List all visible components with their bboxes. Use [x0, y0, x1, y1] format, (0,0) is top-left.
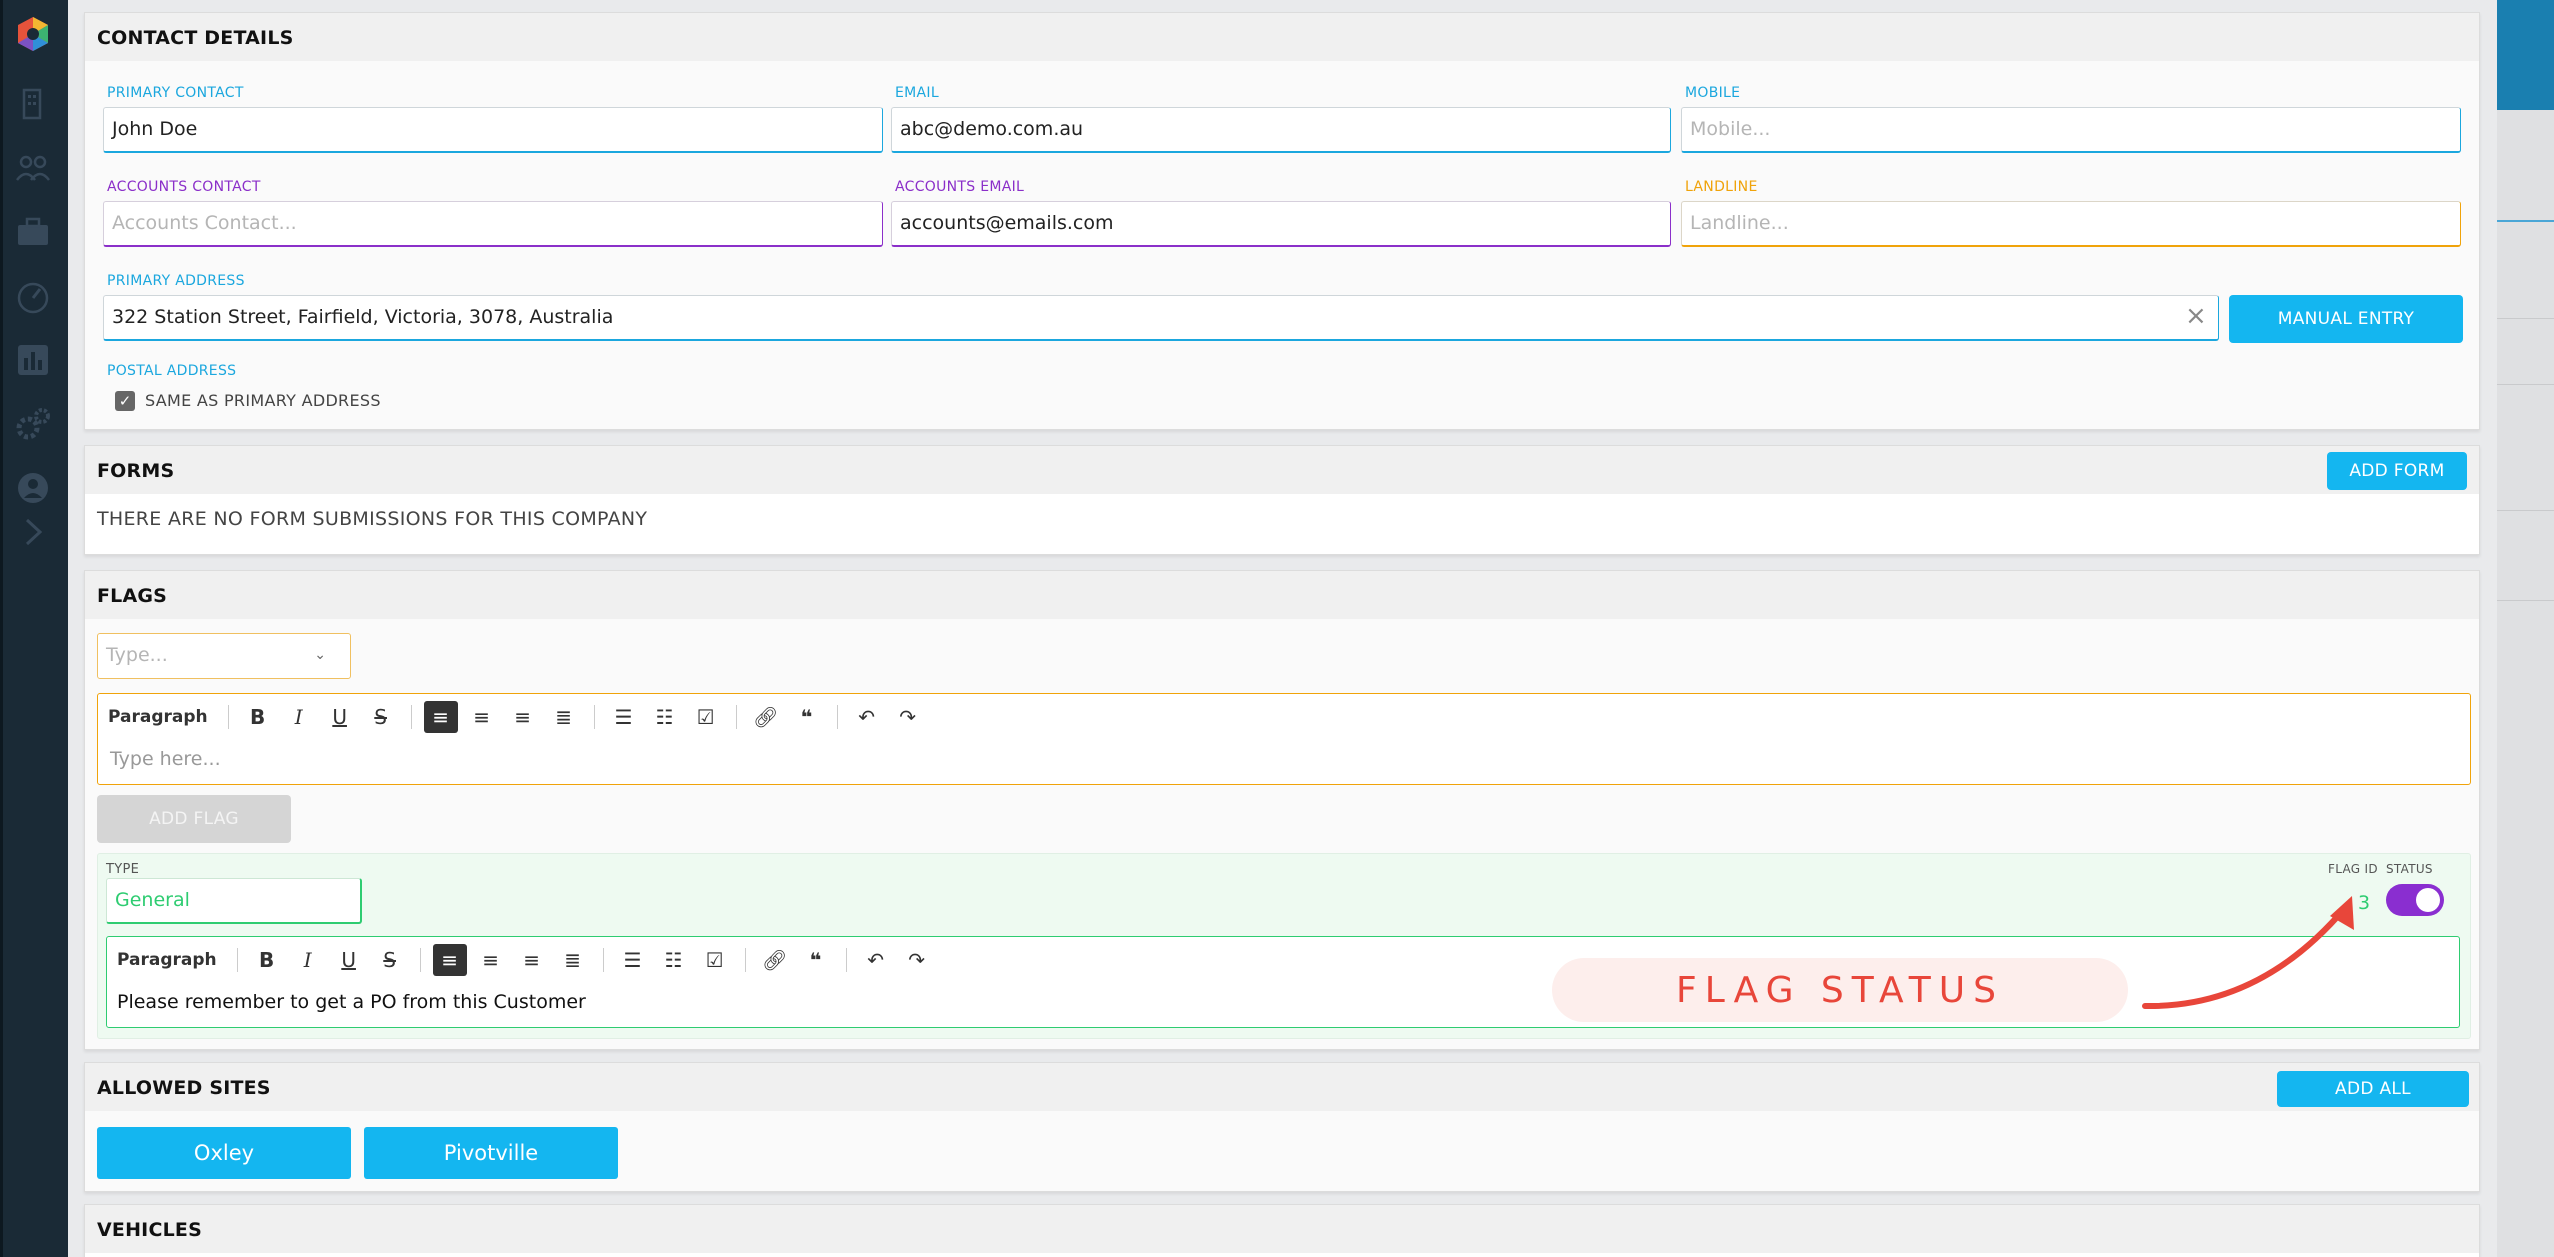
briefcase-icon[interactable] — [11, 210, 55, 254]
flag-type-input[interactable]: General — [106, 878, 362, 924]
email-input[interactable]: abc@demo.com.au — [891, 107, 1671, 153]
accounts-email-label: ACCOUNTS EMAIL — [895, 179, 1025, 195]
align-justify-icon[interactable]: ≣ — [556, 944, 590, 976]
redo-icon[interactable]: ↷ — [900, 944, 934, 976]
flag-type-select[interactable]: Type... ⌄ — [97, 633, 351, 679]
app-logo-icon[interactable] — [11, 12, 55, 56]
allowed-sites-title: ALLOWED SITES — [97, 1077, 271, 1099]
strikethrough-icon[interactable]: S — [373, 944, 407, 976]
primary-contact-input[interactable]: John Doe — [103, 107, 883, 153]
clear-address-icon[interactable]: × — [2185, 301, 2207, 331]
align-center-icon[interactable]: ≡ — [465, 701, 499, 733]
bold-icon[interactable]: B — [241, 701, 275, 733]
strikethrough-icon[interactable]: S — [364, 701, 398, 733]
primary-address-label: PRIMARY ADDRESS — [107, 273, 245, 289]
vehicles-header: VEHICLES — [85, 1205, 2479, 1253]
flag-item-text: Please remember to get a PO from this Cu… — [117, 991, 586, 1013]
email-label: EMAIL — [895, 85, 939, 101]
checklist-icon[interactable]: ☑ — [698, 944, 732, 976]
add-form-button[interactable]: ADD FORM — [2327, 452, 2467, 490]
align-left-icon[interactable]: ≡ — [432, 944, 467, 976]
primary-address-input[interactable]: 322 Station Street, Fairfield, Victoria,… — [103, 295, 2219, 341]
bullet-list-icon[interactable]: ☰ — [607, 701, 641, 733]
users-icon[interactable] — [11, 146, 55, 190]
bullet-list-icon[interactable]: ☰ — [616, 944, 650, 976]
flag-editor-toolbar: Paragraph B I U S ≡ ≡ ≡ ≣ ☰ ☷ ☑ 🔗︎ ❝ ↶ ↷ — [108, 700, 932, 734]
mobile-input[interactable]: Mobile... — [1681, 107, 2461, 153]
accounts-contact-label: ACCOUNTS CONTACT — [107, 179, 261, 195]
align-left-icon[interactable]: ≡ — [423, 701, 458, 733]
building-icon[interactable] — [11, 82, 55, 126]
right-panel-edge — [2497, 0, 2554, 1257]
numbered-list-icon[interactable]: ☷ — [657, 944, 691, 976]
bold-icon[interactable]: B — [250, 944, 284, 976]
support-icon[interactable] — [11, 466, 55, 510]
annotation-arrow-icon — [2142, 896, 2354, 1010]
flags-title: FLAGS — [97, 585, 168, 607]
checklist-icon[interactable]: ☑ — [689, 701, 723, 733]
flag-editor[interactable]: Paragraph B I U S ≡ ≡ ≡ ≣ ☰ ☷ ☑ 🔗︎ ❝ ↶ ↷… — [97, 693, 2471, 785]
chevron-right-icon[interactable] — [11, 510, 55, 554]
paragraph-dropdown[interactable]: Paragraph — [108, 707, 208, 727]
undo-icon[interactable]: ↶ — [850, 701, 884, 733]
flag-type-label: TYPE — [106, 862, 140, 877]
flag-id-label: FLAG ID — [2328, 862, 2378, 876]
site-button-oxley[interactable]: Oxley — [97, 1127, 351, 1179]
italic-icon[interactable]: I — [282, 701, 316, 733]
forms-empty-text: THERE ARE NO FORM SUBMISSIONS FOR THIS C… — [97, 508, 648, 530]
link-icon[interactable]: 🔗︎ — [749, 701, 783, 733]
mobile-label: MOBILE — [1685, 85, 1741, 101]
gears-icon[interactable] — [11, 402, 55, 446]
gauge-icon[interactable] — [11, 274, 55, 318]
flag-editor-placeholder: Type here... — [110, 748, 221, 770]
flag-status-annotation: FLAG STATUS — [1552, 958, 2128, 1022]
accounts-email-input[interactable]: accounts@emails.com — [891, 201, 1671, 247]
chevron-down-icon: ⌄ — [314, 647, 326, 663]
main-content: CONTACT DETAILS PRIMARY CONTACT John Doe… — [84, 0, 2480, 1257]
landline-label: LANDLINE — [1685, 179, 1758, 195]
contact-details-header: CONTACT DETAILS — [85, 13, 2479, 61]
vehicles-panel: VEHICLES — [84, 1204, 2480, 1257]
blockquote-icon[interactable]: ❝ — [790, 701, 824, 733]
site-button-pivotville[interactable]: Pivotville — [364, 1127, 618, 1179]
sidebar — [0, 0, 68, 1257]
vehicles-title: VEHICLES — [97, 1219, 202, 1241]
flags-header: FLAGS — [85, 571, 2479, 619]
flag-item-toolbar: Paragraph B I U S ≡ ≡ ≡ ≣ ☰ ☷ ☑ 🔗︎ ❝ ↶ ↷ — [117, 943, 941, 977]
contact-details-panel: CONTACT DETAILS PRIMARY CONTACT John Doe… — [84, 12, 2480, 430]
bar-chart-icon[interactable] — [11, 338, 55, 382]
flag-type-placeholder: Type... — [106, 644, 168, 666]
align-right-icon[interactable]: ≡ — [506, 701, 540, 733]
allowed-sites-header: ALLOWED SITES — [85, 1063, 2479, 1111]
align-right-icon[interactable]: ≡ — [515, 944, 549, 976]
underline-icon[interactable]: U — [323, 701, 357, 733]
forms-title: FORMS — [97, 460, 175, 482]
align-center-icon[interactable]: ≡ — [474, 944, 508, 976]
flag-status-label: STATUS — [2386, 862, 2433, 876]
undo-icon[interactable]: ↶ — [859, 944, 893, 976]
same-as-primary-label: SAME AS PRIMARY ADDRESS — [145, 391, 381, 410]
forms-panel: FORMS ADD FORM THERE ARE NO FORM SUBMISS… — [84, 445, 2480, 555]
redo-icon[interactable]: ↷ — [891, 701, 925, 733]
add-flag-button[interactable]: ADD FLAG — [97, 795, 291, 843]
italic-icon[interactable]: I — [291, 944, 325, 976]
postal-address-label: POSTAL ADDRESS — [107, 363, 237, 379]
landline-input[interactable]: Landline... — [1681, 201, 2461, 247]
contact-details-title: CONTACT DETAILS — [97, 27, 294, 49]
forms-header: FORMS — [85, 446, 2479, 494]
add-all-sites-button[interactable]: ADD ALL — [2277, 1071, 2469, 1107]
flag-item-paragraph-dropdown[interactable]: Paragraph — [117, 950, 217, 970]
blockquote-icon[interactable]: ❝ — [799, 944, 833, 976]
manual-entry-button[interactable]: MANUAL ENTRY — [2229, 295, 2463, 343]
numbered-list-icon[interactable]: ☷ — [648, 701, 682, 733]
link-icon[interactable]: 🔗︎ — [758, 944, 792, 976]
primary-contact-label: PRIMARY CONTACT — [107, 85, 244, 101]
flag-status-toggle[interactable] — [2386, 884, 2444, 916]
accounts-contact-input[interactable]: Accounts Contact... — [103, 201, 883, 247]
same-as-primary-checkbox[interactable]: ✓ — [115, 391, 135, 411]
align-justify-icon[interactable]: ≣ — [547, 701, 581, 733]
allowed-sites-panel: ALLOWED SITES ADD ALL Oxley Pivotville — [84, 1062, 2480, 1192]
underline-icon[interactable]: U — [332, 944, 366, 976]
